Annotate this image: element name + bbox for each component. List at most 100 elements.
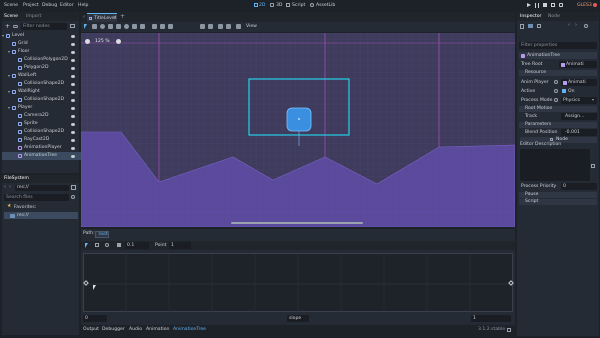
skeleton-icon[interactable] <box>236 24 241 29</box>
root-folder-row[interactable]: res:// <box>4 212 78 219</box>
chevron-down-icon[interactable] <box>8 75 10 77</box>
visibility-eye-icon[interactable] <box>71 122 75 126</box>
move-tool-icon[interactable] <box>92 24 97 29</box>
stop-icon[interactable] <box>543 3 547 7</box>
visibility-eye-icon[interactable] <box>71 154 75 158</box>
anim-player-field[interactable]: Animati <box>561 79 597 86</box>
save-resource-icon[interactable] <box>537 24 541 28</box>
scene-tabs-left-icon[interactable]: ‹ <box>83 15 85 20</box>
scene-tree-item[interactable]: Floor <box>2 48 81 56</box>
menu-scene[interactable]: Scene <box>4 3 18 9</box>
viewport[interactable]: 125 % <box>81 33 515 227</box>
workspace-2d[interactable]: 2D <box>259 3 265 9</box>
visibility-eye-icon[interactable] <box>71 74 75 78</box>
pause-section[interactable]: Pause <box>519 192 597 198</box>
pause-icon[interactable] <box>535 3 539 8</box>
lock-icon[interactable] <box>200 24 205 29</box>
split-mode-icon[interactable] <box>71 185 76 190</box>
favorites-row[interactable]: ★ Favorites: <box>4 203 78 211</box>
chevron-down-icon[interactable] <box>8 91 10 93</box>
visibility-eye-icon[interactable] <box>71 130 75 134</box>
snap-step-field[interactable]: 0.1 <box>125 242 149 249</box>
process-mode-select[interactable]: Physics <box>561 97 597 104</box>
menu-editor[interactable]: Editor <box>60 3 74 9</box>
menu-help[interactable]: Help <box>78 3 88 9</box>
ungroup-icon[interactable] <box>226 24 231 29</box>
renderer-label[interactable]: GLES3 <box>577 3 592 9</box>
tab-filesystem[interactable]: FileSystem <box>4 176 29 182</box>
script-section[interactable]: Script <box>519 199 597 205</box>
visibility-eye-icon[interactable] <box>71 114 75 118</box>
scene-tree-item[interactable]: Sprite <box>2 120 81 128</box>
tab-titlelevel[interactable]: TitleLevel × <box>87 13 117 22</box>
scene-tree-item[interactable]: CollisionPolygon2D <box>2 56 81 64</box>
menu-debug[interactable]: Debug <box>42 3 57 9</box>
chevron-down-icon[interactable] <box>2 35 4 37</box>
expand-panel-icon[interactable] <box>507 328 511 332</box>
reset-icon[interactable] <box>554 98 558 102</box>
new-resource-icon[interactable] <box>520 24 524 29</box>
tab-animationtree[interactable]: AnimationTree <box>173 327 206 333</box>
parameters-section[interactable]: Parameters <box>519 122 597 128</box>
new-tab-icon[interactable]: + <box>120 14 125 20</box>
tab-scene[interactable]: Scene <box>4 14 18 20</box>
rotate-tool-icon[interactable] <box>100 24 105 29</box>
filter-properties-field[interactable]: Filter properties <box>519 42 597 49</box>
editor-description-field[interactable] <box>520 149 590 181</box>
chevron-down-icon[interactable] <box>8 51 10 53</box>
visibility-eye-icon[interactable] <box>71 50 75 54</box>
erase-point-icon[interactable] <box>105 243 109 247</box>
visibility-eye-icon[interactable] <box>71 82 75 86</box>
visibility-eye-icon[interactable] <box>71 58 75 62</box>
visibility-eye-icon[interactable] <box>71 106 75 110</box>
active-checkbox[interactable] <box>562 89 566 93</box>
scene-options-icon[interactable] <box>70 24 75 28</box>
create-point-icon[interactable] <box>95 243 99 247</box>
scene-tree-item[interactable]: WallLeft <box>2 72 81 80</box>
play-icon[interactable] <box>527 3 531 7</box>
scene-tree-item[interactable]: RayCast2D <box>2 136 81 144</box>
scene-tree-item[interactable]: Polygon2D <box>2 64 81 72</box>
resource-section[interactable]: Resource <box>519 70 597 76</box>
close-tab-icon[interactable]: × <box>113 15 117 21</box>
scene-tree-item[interactable]: AnimationPlayer <box>2 144 81 152</box>
max-value-field[interactable]: 1 <box>471 315 511 322</box>
pan-tool-icon[interactable] <box>132 24 137 29</box>
search-files-field[interactable]: Search files <box>4 194 69 201</box>
tab-output[interactable]: Output <box>83 327 99 333</box>
scene-tree-item[interactable]: CollisionShape2D <box>2 96 81 104</box>
select-tool-icon[interactable] <box>84 24 87 29</box>
scene-tree-item[interactable]: Camera2D <box>2 112 81 120</box>
scene-tree-item[interactable]: Player <box>2 104 81 112</box>
zoom-level[interactable]: 125 % <box>95 39 110 45</box>
history-icon[interactable] <box>584 24 588 28</box>
tab-audio[interactable]: Audio <box>129 327 142 333</box>
add-node-icon[interactable]: + <box>5 24 10 30</box>
path-root-button[interactable]: root <box>95 230 109 238</box>
filesystem-path-field[interactable]: res:// <box>15 185 69 191</box>
filter-nodes-field[interactable]: Filter nodes <box>21 23 67 30</box>
view-menu[interactable]: View <box>246 24 257 30</box>
group-icon[interactable] <box>218 24 223 29</box>
tab-import[interactable]: Import <box>26 14 41 20</box>
inspected-object[interactable]: AnimationTree <box>519 52 597 59</box>
pivot-tool-icon[interactable] <box>124 24 129 29</box>
tab-animation[interactable]: Animation <box>146 327 169 333</box>
tab-inspector[interactable]: Inspector <box>520 14 541 20</box>
tree-root-field[interactable]: Animati <box>559 61 597 68</box>
scene-tree-item[interactable]: WallRight <box>2 88 81 96</box>
scene-tree-item[interactable]: Grid <box>2 40 81 48</box>
visibility-eye-icon[interactable] <box>71 98 75 102</box>
tab-debugger[interactable]: Debugger <box>102 327 125 333</box>
select-point-icon[interactable] <box>85 243 88 248</box>
track-field[interactable]: Assign... <box>561 113 597 120</box>
scene-tree-item[interactable]: Level <box>2 32 81 40</box>
blend-position-cursor[interactable] <box>93 285 96 290</box>
link-icon[interactable] <box>13 25 18 28</box>
open-resource-icon[interactable] <box>528 24 533 28</box>
play-custom-icon[interactable] <box>559 3 563 7</box>
visibility-eye-icon[interactable] <box>71 90 75 94</box>
visibility-eye-icon[interactable] <box>71 34 75 38</box>
snap-options-icon[interactable] <box>168 24 173 29</box>
workspace-script[interactable]: Script <box>292 3 305 9</box>
